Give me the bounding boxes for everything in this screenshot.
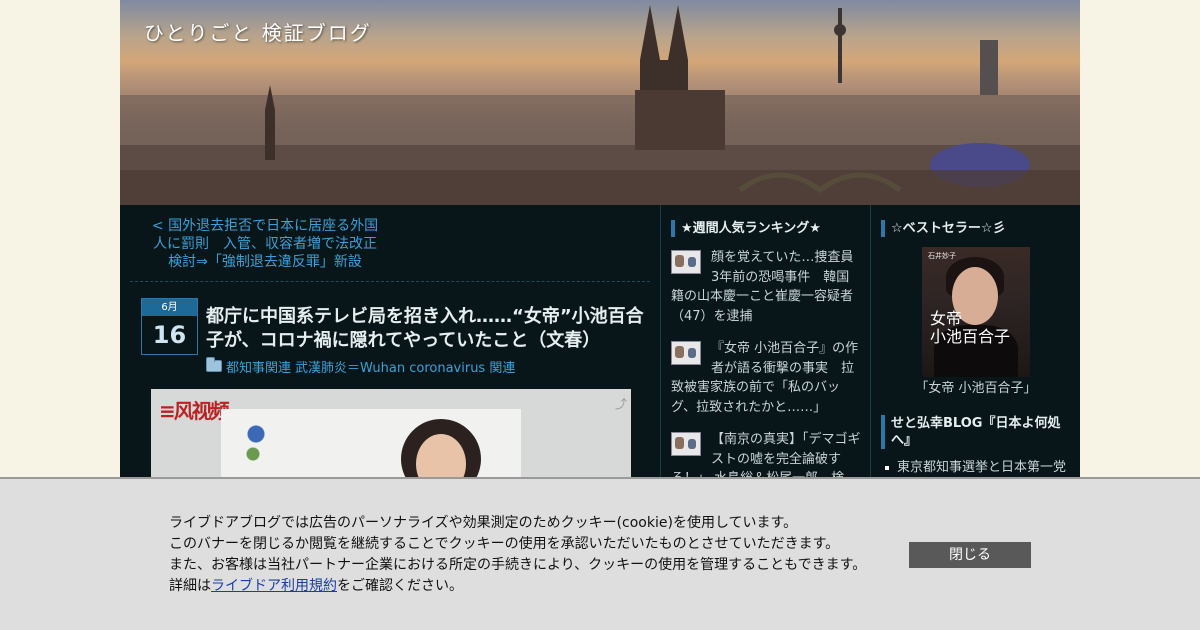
cookie-notice-text: ライブドアブログでは広告のパーソナライズや効果測定のためクッキー(cookie)… <box>169 513 889 597</box>
cookie-line: ライブドアブログでは広告のパーソナライズや効果測定のためクッキー(cookie)… <box>169 515 798 531</box>
cookie-line-prefix: 詳細は <box>169 578 211 594</box>
book-title-line2: 小池百合子 <box>930 327 1011 346</box>
category-link[interactable]: 武漢肺炎＝Wuhan coronavirus 関連 <box>295 357 515 376</box>
book-caption[interactable]: 「女帝 小池百合子」 <box>871 377 1081 396</box>
ranking-thumbnail[interactable] <box>671 432 701 456</box>
book-author: 石井妙子 <box>928 252 956 260</box>
prev-article-link[interactable]: < 国外退去拒否で日本に居座る外国人に罰則 入管、収容者増で法改正検討⇒「強制退… <box>150 217 380 271</box>
share-icon[interactable]: ⤴ <box>615 395 627 412</box>
ranking-heading: ★週間人気ランキング★ <box>671 220 861 237</box>
cookie-banner: ライブドアブログでは広告のパーソナライズや効果測定のためクッキー(cookie)… <box>0 477 1200 630</box>
cookie-line: また、お客様は当社パートナー企業における所定の手続きにより、クッキーの使用を管理… <box>169 557 867 573</box>
post-image[interactable]: ≡风视频 ⤴ <box>151 389 631 489</box>
blog-heading: せと弘幸BLOG『日本よ何処へ』 <box>881 415 1071 449</box>
bestseller-heading: ☆ベストセラー☆彡 <box>881 220 1071 237</box>
header-banner: ひとりごと 検証ブログ <box>120 0 1080 205</box>
cookie-line: 詳細はライブドア利用規約をご確認ください。 <box>169 576 889 597</box>
ranking-item[interactable]: 『女帝 小池百合子』の作者が語る衝撃の事実 拉致被害家族の前で「私のバッグ、拉致… <box>671 339 861 417</box>
flower-arrangement <box>241 419 271 469</box>
post-date-month: 6月 <box>142 299 197 316</box>
blog-list-item-text[interactable]: 東京都知事選挙と日本第一党 <box>897 460 1066 475</box>
post-date-badge: 6月 16 <box>141 298 198 355</box>
cookie-close-button[interactable]: 閉じる <box>909 542 1031 568</box>
blog-list: 東京都知事選挙と日本第一党 <box>885 459 1075 477</box>
divider <box>130 281 650 282</box>
cookie-line-suffix: をご確認ください。 <box>337 578 463 594</box>
blog-list-item[interactable]: 東京都知事選挙と日本第一党 <box>885 459 1075 477</box>
post-date-day: 16 <box>152 321 187 349</box>
book-cover-image[interactable]: 石井妙子 女帝 小池百合子 <box>922 247 1030 377</box>
ranking-thumbnail[interactable] <box>671 341 701 365</box>
video-logo-mark: ≡风视频 <box>159 399 230 423</box>
cookie-line: このバナーを閉じるか閲覧を継続することでクッキーの使用を承認いただいたものとさせ… <box>169 536 840 552</box>
site-title[interactable]: ひとりごと 検証ブログ <box>144 17 372 46</box>
ranking-thumbnail[interactable] <box>671 250 701 274</box>
terms-link[interactable]: ライブドア利用規約 <box>211 578 337 594</box>
category-link[interactable]: 都知事関連 <box>226 357 291 376</box>
folder-icon <box>206 357 222 372</box>
post-categories: 都知事関連 武漢肺炎＝Wuhan coronavirus 関連 <box>206 357 515 376</box>
post-title[interactable]: 都庁に中国系テレビ局を招き入れ……“女帝”小池百合子が、コロナ禍に隠れてやってい… <box>206 305 646 353</box>
ranking-item[interactable]: 顔を覚えていた…捜査員 3年前の恐喝事件 韓国籍の山本慶一こと崔慶一容疑者（47… <box>671 248 866 326</box>
bullet-icon <box>885 465 889 470</box>
